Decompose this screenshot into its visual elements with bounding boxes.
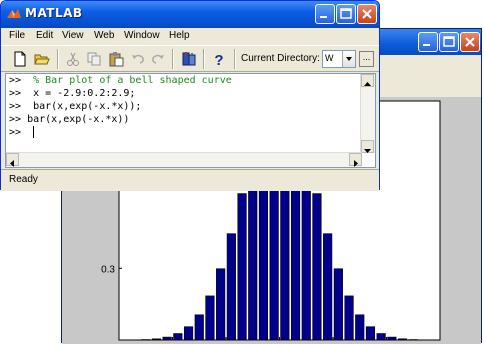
current-directory-value: W xyxy=(325,53,343,63)
status-bar: Ready xyxy=(1,169,379,191)
menu-edit[interactable]: Edit xyxy=(36,30,53,41)
arrow-down-icon xyxy=(362,145,373,156)
matlab-window: MATLAB File Edit View Web Window Help xyxy=(0,0,380,190)
y-tick-label: 0.3 xyxy=(101,264,115,275)
text-cursor xyxy=(33,126,34,138)
browse-button[interactable]: ... xyxy=(359,51,374,67)
minimize-icon xyxy=(419,33,437,51)
horizontal-scrollbar[interactable] xyxy=(6,152,362,167)
arrow-up-icon xyxy=(362,79,373,90)
menubar: File Edit View Web Window Help xyxy=(1,28,379,45)
help-icon[interactable]: ? xyxy=(210,50,228,68)
prompt: >> xyxy=(9,88,21,99)
prompt: >> xyxy=(9,114,21,125)
bar xyxy=(195,315,204,340)
close-button[interactable] xyxy=(357,4,377,24)
menu-help[interactable]: Help xyxy=(169,30,190,41)
window-title: MATLAB xyxy=(25,6,83,20)
svg-text:?: ? xyxy=(214,52,223,68)
toolbar: ? Current Directory: W ... xyxy=(1,45,379,72)
prompt: >> xyxy=(9,127,21,138)
chevron-down-icon xyxy=(343,51,355,67)
paste-icon[interactable] xyxy=(107,50,125,68)
bar xyxy=(227,234,236,340)
maximize-button[interactable] xyxy=(336,4,356,24)
maximize-icon xyxy=(440,33,458,51)
maximize-button[interactable] xyxy=(439,32,459,52)
current-directory-label: Current Directory: xyxy=(241,53,320,64)
vertical-scrollbar[interactable] xyxy=(360,74,375,153)
close-button[interactable] xyxy=(460,32,480,52)
arrow-right-icon xyxy=(350,158,361,168)
menu-view[interactable]: View xyxy=(62,30,84,41)
cut-icon[interactable] xyxy=(64,50,82,68)
toolbar-separator xyxy=(57,49,59,69)
command-text: % Bar plot of a bell shaped curve xyxy=(21,75,232,86)
prompt: >> xyxy=(9,75,21,86)
matlab-logo-icon xyxy=(6,6,22,22)
bar xyxy=(184,327,193,340)
minimize-button[interactable] xyxy=(315,4,335,24)
new-file-icon[interactable] xyxy=(11,50,29,68)
menu-web[interactable]: Web xyxy=(94,30,114,41)
bar xyxy=(216,269,225,340)
bar xyxy=(377,334,386,340)
bar xyxy=(366,327,375,340)
current-directory-combo[interactable]: W xyxy=(322,50,356,68)
command-line: >> xyxy=(9,127,27,139)
prompt: >> xyxy=(9,101,21,112)
command-text xyxy=(21,127,27,138)
bar xyxy=(334,269,343,340)
undo-icon[interactable] xyxy=(129,50,147,68)
command-line: >> x = -2.9:0.2:2.9; xyxy=(9,88,135,100)
close-icon xyxy=(358,5,376,23)
simulink-icon[interactable] xyxy=(180,50,198,68)
command-text: bar(x,exp(-x.*x)) xyxy=(21,114,129,125)
maximize-icon xyxy=(337,5,355,23)
redo-icon[interactable] xyxy=(149,50,167,68)
menu-file[interactable]: File xyxy=(9,30,25,41)
open-folder-icon[interactable] xyxy=(33,50,51,68)
command-line: >> bar(x,exp(-x.*x)) xyxy=(9,114,129,126)
bar xyxy=(174,334,183,340)
scroll-right-button[interactable] xyxy=(349,153,362,166)
toolbar-separator xyxy=(203,49,205,69)
dropdown-button[interactable] xyxy=(342,51,355,67)
matlab-titlebar[interactable]: MATLAB xyxy=(1,1,379,28)
scroll-up-button[interactable] xyxy=(361,74,374,87)
arrow-left-icon xyxy=(7,158,18,168)
command-window[interactable]: >> % Bar plot of a bell shaped curve >> … xyxy=(5,73,376,168)
minimize-button[interactable] xyxy=(418,32,438,52)
command-line: >> bar(x,exp(-x.*x)); xyxy=(9,101,141,113)
scroll-left-button[interactable] xyxy=(6,153,19,166)
bar xyxy=(323,234,332,340)
close-icon xyxy=(461,33,479,51)
bar xyxy=(355,315,364,340)
command-text: x = -2.9:0.2:2.9; xyxy=(21,88,135,99)
menu-window[interactable]: Window xyxy=(124,30,160,41)
bar xyxy=(238,194,247,340)
bar xyxy=(313,194,322,340)
scroll-down-button[interactable] xyxy=(361,140,374,153)
toolbar-separator xyxy=(172,49,174,69)
copy-icon[interactable] xyxy=(85,50,103,68)
bar xyxy=(206,296,215,340)
toolbar-separator xyxy=(234,49,236,69)
bar xyxy=(345,296,354,340)
command-line: >> % Bar plot of a bell shaped curve xyxy=(9,75,232,87)
minimize-icon xyxy=(316,5,334,23)
status-text: Ready xyxy=(9,174,38,185)
command-text: bar(x,exp(-x.*x)); xyxy=(21,101,141,112)
